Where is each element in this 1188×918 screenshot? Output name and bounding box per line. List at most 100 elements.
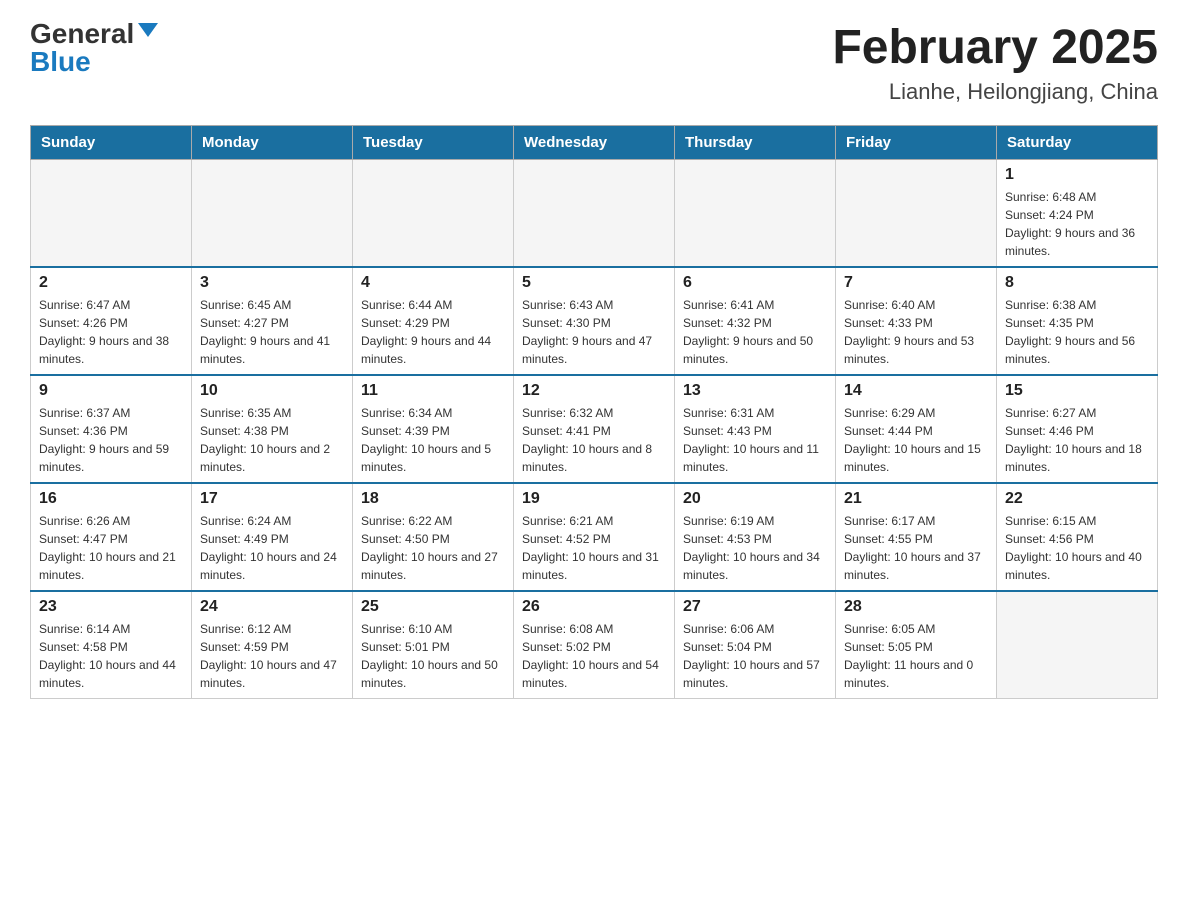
day-of-week-header: Sunday: [31, 126, 192, 160]
day-number: 10: [200, 382, 344, 400]
day-info: Sunrise: 6:40 AMSunset: 4:33 PMDaylight:…: [844, 296, 988, 368]
day-number: 24: [200, 598, 344, 616]
day-info: Sunrise: 6:45 AMSunset: 4:27 PMDaylight:…: [200, 296, 344, 368]
calendar-day-cell: 10Sunrise: 6:35 AMSunset: 4:38 PMDayligh…: [192, 375, 353, 483]
day-info: Sunrise: 6:34 AMSunset: 4:39 PMDaylight:…: [361, 404, 505, 476]
day-info: Sunrise: 6:48 AMSunset: 4:24 PMDaylight:…: [1005, 188, 1149, 260]
calendar-day-cell: 6 Sunrise: 6:41 AMSunset: 4:32 PMDaylight…: [675, 267, 836, 375]
day-number: 2: [39, 274, 183, 292]
day-info: Sunrise: 6:21 AMSunset: 4:52 PMDaylight:…: [522, 512, 666, 584]
calendar-week-row: 2 Sunrise: 6:47 AMSunset: 4:26 PMDaylight…: [31, 267, 1158, 375]
calendar-day-cell: 24 Sunrise: 6:12 AMSunset: 4:59 PMDayligh…: [192, 591, 353, 699]
calendar-day-cell: 8 Sunrise: 6:38 AMSunset: 4:35 PMDaylight…: [997, 267, 1158, 375]
day-of-week-header: Tuesday: [353, 126, 514, 160]
calendar-week-row: 1 Sunrise: 6:48 AMSunset: 4:24 PMDaylight…: [31, 160, 1158, 268]
calendar-day-cell: 21Sunrise: 6:17 AMSunset: 4:55 PMDayligh…: [836, 483, 997, 591]
day-number: 9: [39, 382, 183, 400]
logo-general-text: General: [30, 20, 134, 48]
day-number: 27: [683, 598, 827, 616]
calendar-day-cell: 23 Sunrise: 6:14 AMSunset: 4:58 PMDayligh…: [31, 591, 192, 699]
day-number: 26: [522, 598, 666, 616]
day-number: 19: [522, 490, 666, 508]
logo-triangle-icon: [138, 23, 158, 37]
calendar-day-cell: [997, 591, 1158, 699]
day-of-week-header: Wednesday: [514, 126, 675, 160]
day-number: 8: [1005, 274, 1149, 292]
calendar-week-row: 9 Sunrise: 6:37 AMSunset: 4:36 PMDaylight…: [31, 375, 1158, 483]
day-number: 14: [844, 382, 988, 400]
day-number: 5: [522, 274, 666, 292]
day-info: Sunrise: 6:47 AMSunset: 4:26 PMDaylight:…: [39, 296, 183, 368]
day-number: 11: [361, 382, 505, 400]
day-info: Sunrise: 6:29 AMSunset: 4:44 PMDaylight:…: [844, 404, 988, 476]
day-info: Sunrise: 6:27 AMSunset: 4:46 PMDaylight:…: [1005, 404, 1149, 476]
calendar-day-cell: [192, 160, 353, 268]
day-info: Sunrise: 6:19 AMSunset: 4:53 PMDaylight:…: [683, 512, 827, 584]
calendar-day-cell: [675, 160, 836, 268]
day-info: Sunrise: 6:43 AMSunset: 4:30 PMDaylight:…: [522, 296, 666, 368]
title-section: February 2025 Lianhe, Heilongjiang, Chin…: [832, 20, 1158, 105]
calendar-day-cell: [353, 160, 514, 268]
day-number: 25: [361, 598, 505, 616]
calendar-week-row: 23 Sunrise: 6:14 AMSunset: 4:58 PMDayligh…: [31, 591, 1158, 699]
calendar-day-cell: 16 Sunrise: 6:26 AMSunset: 4:47 PMDayligh…: [31, 483, 192, 591]
calendar-day-cell: 5 Sunrise: 6:43 AMSunset: 4:30 PMDaylight…: [514, 267, 675, 375]
day-of-week-header: Friday: [836, 126, 997, 160]
day-info: Sunrise: 6:44 AMSunset: 4:29 PMDaylight:…: [361, 296, 505, 368]
day-info: Sunrise: 6:14 AMSunset: 4:58 PMDaylight:…: [39, 620, 183, 692]
calendar-day-cell: 22 Sunrise: 6:15 AMSunset: 4:56 PMDayligh…: [997, 483, 1158, 591]
calendar-day-cell: 18Sunrise: 6:22 AMSunset: 4:50 PMDayligh…: [353, 483, 514, 591]
calendar-day-cell: 15 Sunrise: 6:27 AMSunset: 4:46 PMDayligh…: [997, 375, 1158, 483]
day-info: Sunrise: 6:31 AMSunset: 4:43 PMDaylight:…: [683, 404, 827, 476]
calendar-day-cell: 14 Sunrise: 6:29 AMSunset: 4:44 PMDayligh…: [836, 375, 997, 483]
calendar-day-cell: 11 Sunrise: 6:34 AMSunset: 4:39 PMDayligh…: [353, 375, 514, 483]
day-info: Sunrise: 6:32 AMSunset: 4:41 PMDaylight:…: [522, 404, 666, 476]
calendar-day-cell: [836, 160, 997, 268]
day-info: Sunrise: 6:05 AMSunset: 5:05 PMDaylight:…: [844, 620, 988, 692]
calendar-day-cell: 1 Sunrise: 6:48 AMSunset: 4:24 PMDaylight…: [997, 160, 1158, 268]
calendar-day-cell: 2 Sunrise: 6:47 AMSunset: 4:26 PMDaylight…: [31, 267, 192, 375]
calendar-day-cell: [31, 160, 192, 268]
calendar-day-cell: 28 Sunrise: 6:05 AMSunset: 5:05 PMDayligh…: [836, 591, 997, 699]
day-info: Sunrise: 6:12 AMSunset: 4:59 PMDaylight:…: [200, 620, 344, 692]
day-info: Sunrise: 6:10 AMSunset: 5:01 PMDaylight:…: [361, 620, 505, 692]
day-number: 23: [39, 598, 183, 616]
day-number: 12: [522, 382, 666, 400]
day-number: 22: [1005, 490, 1149, 508]
calendar-day-cell: 12 Sunrise: 6:32 AMSunset: 4:41 PMDayligh…: [514, 375, 675, 483]
calendar-subtitle: Lianhe, Heilongjiang, China: [832, 79, 1158, 105]
calendar-day-cell: 17 Sunrise: 6:24 AMSunset: 4:49 PMDayligh…: [192, 483, 353, 591]
calendar-day-cell: 27 Sunrise: 6:06 AMSunset: 5:04 PMDayligh…: [675, 591, 836, 699]
day-of-week-header: Monday: [192, 126, 353, 160]
calendar-table: SundayMondayTuesdayWednesdayThursdayFrid…: [30, 125, 1158, 699]
logo-blue-text: Blue: [30, 48, 91, 76]
day-info: Sunrise: 6:38 AMSunset: 4:35 PMDaylight:…: [1005, 296, 1149, 368]
day-number: 16: [39, 490, 183, 508]
day-number: 28: [844, 598, 988, 616]
calendar-day-cell: 26Sunrise: 6:08 AMSunset: 5:02 PMDayligh…: [514, 591, 675, 699]
day-info: Sunrise: 6:15 AMSunset: 4:56 PMDaylight:…: [1005, 512, 1149, 584]
day-number: 3: [200, 274, 344, 292]
day-info: Sunrise: 6:41 AMSunset: 4:32 PMDaylight:…: [683, 296, 827, 368]
day-number: 17: [200, 490, 344, 508]
calendar-day-cell: 7Sunrise: 6:40 AMSunset: 4:33 PMDaylight…: [836, 267, 997, 375]
day-info: Sunrise: 6:26 AMSunset: 4:47 PMDaylight:…: [39, 512, 183, 584]
calendar-title: February 2025: [832, 20, 1158, 75]
day-number: 6: [683, 274, 827, 292]
calendar-day-cell: 4Sunrise: 6:44 AMSunset: 4:29 PMDaylight…: [353, 267, 514, 375]
page-header: General Blue February 2025 Lianhe, Heilo…: [30, 20, 1158, 105]
calendar-header-row: SundayMondayTuesdayWednesdayThursdayFrid…: [31, 126, 1158, 160]
day-of-week-header: Thursday: [675, 126, 836, 160]
calendar-day-cell: 20 Sunrise: 6:19 AMSunset: 4:53 PMDayligh…: [675, 483, 836, 591]
calendar-day-cell: 3 Sunrise: 6:45 AMSunset: 4:27 PMDaylight…: [192, 267, 353, 375]
calendar-week-row: 16 Sunrise: 6:26 AMSunset: 4:47 PMDayligh…: [31, 483, 1158, 591]
day-info: Sunrise: 6:06 AMSunset: 5:04 PMDaylight:…: [683, 620, 827, 692]
day-number: 1: [1005, 166, 1149, 184]
day-number: 15: [1005, 382, 1149, 400]
calendar-day-cell: 13Sunrise: 6:31 AMSunset: 4:43 PMDayligh…: [675, 375, 836, 483]
day-info: Sunrise: 6:22 AMSunset: 4:50 PMDaylight:…: [361, 512, 505, 584]
day-info: Sunrise: 6:37 AMSunset: 4:36 PMDaylight:…: [39, 404, 183, 476]
day-number: 21: [844, 490, 988, 508]
day-info: Sunrise: 6:24 AMSunset: 4:49 PMDaylight:…: [200, 512, 344, 584]
day-number: 20: [683, 490, 827, 508]
